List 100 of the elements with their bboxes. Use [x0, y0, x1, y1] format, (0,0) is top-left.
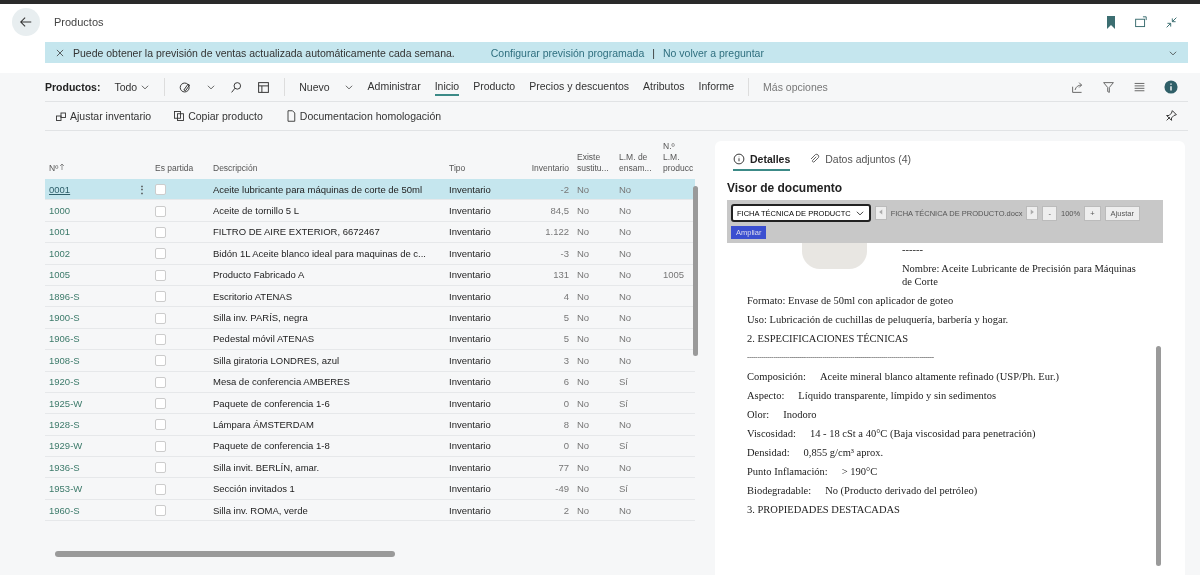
toolbar-action[interactable]: Ajustar inventario	[55, 108, 152, 124]
table-cell: No	[619, 205, 632, 217]
scrollbar[interactable]	[693, 186, 698, 356]
menu-tab[interactable]: Precios y descuentos	[529, 78, 630, 96]
item-number-link[interactable]: 1002	[49, 247, 71, 259]
item-number-link[interactable]: 1960-S	[49, 504, 80, 516]
new-button[interactable]: Nuevo	[299, 79, 330, 95]
bookmark-icon[interactable]	[1106, 15, 1116, 29]
checkbox[interactable]	[155, 440, 166, 452]
column-header[interactable]: N.º L.M. producc	[663, 141, 694, 174]
table-cell: Inventario	[449, 419, 491, 430]
table-cell: -49	[555, 483, 569, 495]
checkbox[interactable]	[155, 376, 166, 388]
item-number-link[interactable]: 1936-S	[49, 461, 80, 473]
banner-link[interactable]: No volver a preguntar	[663, 46, 764, 59]
table-row[interactable]: 1925-W Paquete de conferencia 1-6 Inventario 0 No Sí	[45, 392, 695, 414]
table-cell: Silla inv. PARÍS, negra	[213, 312, 308, 324]
checkbox[interactable]	[155, 248, 166, 260]
banner-link[interactable]: Configurar previsión programada	[490, 46, 645, 59]
spec-value: 0,855 g/cm³ aprox.	[803, 446, 884, 459]
table-cell: Inventario	[449, 461, 491, 473]
item-number-link[interactable]: 1906-S	[49, 333, 80, 345]
column-header[interactable]: Es partida	[155, 163, 194, 174]
checkbox[interactable]	[155, 483, 166, 495]
item-number-link[interactable]: 1928-S	[49, 419, 80, 430]
table-row[interactable]: 1001 FILTRO DE AIRE EXTERIOR, 6672467 Inventario 1.122 No No	[45, 221, 695, 243]
scrollbar[interactable]	[1156, 346, 1161, 566]
checkbox[interactable]	[155, 269, 166, 281]
checkbox[interactable]	[155, 291, 166, 303]
table-row[interactable]: 1005 Producto Fabricado A Inventario 131 No No 1005	[45, 264, 695, 286]
checkbox[interactable]	[155, 312, 166, 324]
column-header[interactable]: Inventario	[531, 163, 569, 174]
table-row[interactable]: 1936-S Silla invit. BERLÍN, amar. Inventario 77 No No	[45, 456, 695, 478]
column-header[interactable]: Tipo	[449, 163, 466, 174]
row-menu-icon[interactable]: ⋮	[137, 183, 147, 195]
table-row[interactable]: 0001 ⋮ Aceite lubricante para máquinas de corte de 50ml Inventario -2 No No	[45, 179, 695, 200]
document-icon	[284, 110, 297, 122]
checkbox[interactable]	[155, 355, 166, 367]
table-cell: No	[577, 312, 590, 324]
table-cell: Silla inv. ROMA, verde	[213, 504, 308, 516]
column-header[interactable]: Nº	[49, 163, 59, 174]
table-row[interactable]: 1896-S Escritorio ATENAS Inventario 4 No No	[45, 285, 695, 307]
checkbox[interactable]	[155, 333, 166, 345]
next-icon[interactable]	[1026, 206, 1039, 220]
item-number-link[interactable]: 1929-W	[49, 440, 83, 452]
table-row[interactable]: 1960-S Silla inv. ROMA, verde Inventario 2 No No	[45, 499, 695, 521]
open-window-icon	[1134, 15, 1147, 29]
share-icon	[1071, 80, 1084, 94]
table-row[interactable]: 1928-S Lámpara ÁMSTERDAM Inventario 8 No No	[45, 413, 695, 436]
back-button[interactable]	[12, 8, 40, 36]
item-number-link[interactable]: 1001	[49, 226, 71, 238]
arrow-left-icon	[19, 15, 33, 29]
item-number-link[interactable]: 1953-W	[49, 483, 83, 495]
item-number-link[interactable]: 1005	[49, 269, 71, 281]
table-cell: No	[577, 504, 590, 516]
table-row[interactable]: 1900-S Silla inv. PARÍS, negra Inventario 5 No No	[45, 306, 695, 329]
menu-tab[interactable]: Producto	[473, 78, 516, 96]
checkbox[interactable]	[155, 505, 166, 517]
item-number-link[interactable]: 1925-W	[49, 397, 83, 409]
table-row[interactable]: 1920-S Mesa de conferencia AMBERES Inventario 6 No Sí	[45, 371, 695, 393]
scrollbar[interactable]	[55, 551, 395, 557]
table-cell: No	[577, 247, 590, 259]
menu-tab[interactable]: Administrar	[367, 78, 421, 96]
info-icon[interactable]	[1164, 80, 1178, 94]
filter-icon	[1102, 80, 1115, 94]
menu-tab[interactable]: Informe	[698, 78, 735, 96]
panel-tab[interactable]: Detalles	[733, 149, 791, 171]
checkbox[interactable]	[155, 398, 166, 410]
table-cell: No	[619, 247, 632, 259]
checkbox[interactable]	[155, 184, 166, 196]
panel-tab[interactable]: Datos adjuntos (4)	[808, 149, 912, 171]
table-cell: No	[577, 419, 590, 430]
table-cell: No	[577, 483, 590, 495]
checkbox[interactable]	[155, 462, 166, 474]
table-row[interactable]: 1002 Bidón 1L Aceite blanco ideal para maquinas de c... Inventario -3 No No	[45, 242, 695, 265]
toolbar-action[interactable]: Copiar producto	[173, 108, 263, 124]
item-number-link[interactable]: 1920-S	[49, 376, 80, 388]
checkbox[interactable]	[155, 419, 166, 431]
item-number-link[interactable]: 1000	[49, 205, 71, 217]
table-row[interactable]: 1953-W Sección invitados 1 Inventario -49 No Sí	[45, 477, 695, 500]
previous-icon[interactable]	[874, 206, 887, 220]
checkbox[interactable]	[155, 226, 166, 238]
menu-tab[interactable]: Atributos	[643, 78, 685, 96]
table-row[interactable]: 1908-S Silla giratoria LONDRES, azul Inventario 3 No No	[45, 349, 695, 371]
filter-dropdown[interactable]: Todo	[114, 79, 151, 95]
item-number-link[interactable]: 1900-S	[49, 312, 80, 324]
menu-tab[interactable]: Inicio	[434, 78, 460, 96]
table-row[interactable]: 1906-S Pedestal móvil ATENAS Inventario 5 No No	[45, 328, 695, 350]
column-header[interactable]: L.M. de ensam...	[619, 152, 655, 174]
table-row[interactable]: 1000 Aceite de tornillo 5 L Inventario 84,5 No No	[45, 199, 695, 222]
item-number-link[interactable]: 1896-S	[49, 290, 80, 302]
more-options-button[interactable]: Más opciones	[763, 79, 828, 95]
column-header[interactable]: Descripción	[213, 163, 258, 174]
toolbar-action[interactable]: Documentacion homologación	[284, 108, 442, 124]
item-number-link[interactable]: 0001	[49, 183, 71, 195]
checkbox[interactable]	[155, 205, 166, 217]
table-row[interactable]: 1929-W Paquete de conferencia 1-8 Inventario 0 No Sí	[45, 435, 695, 457]
column-header[interactable]: Existe sustitu...	[577, 152, 611, 174]
table-cell: No	[619, 354, 632, 366]
item-number-link[interactable]: 1908-S	[49, 354, 80, 366]
